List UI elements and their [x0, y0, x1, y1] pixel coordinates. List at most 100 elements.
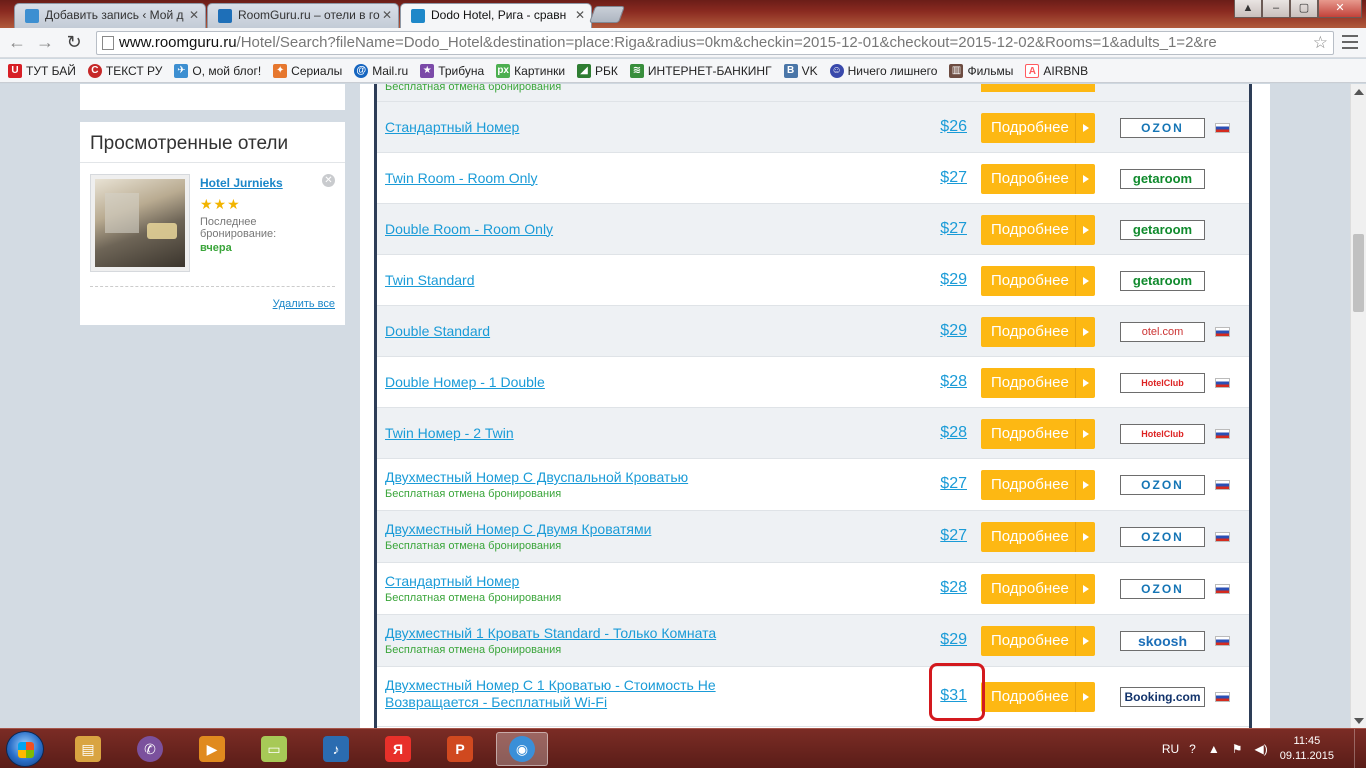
room-name-link[interactable]: Double Room - Room Only [385, 221, 805, 238]
bookmark-mail-ru[interactable]: @ Mail.ru [354, 63, 408, 78]
close-window-button[interactable]: ✕ [1318, 0, 1362, 18]
more-details-button[interactable]: Подробнее [981, 682, 1095, 712]
bookmark-films[interactable]: ▥ Фильмы [949, 63, 1013, 78]
taskbar-app-sticky-notes[interactable]: ▭ [248, 732, 300, 766]
room-name-link[interactable]: Twin Номер - 2 Twin [385, 425, 805, 442]
taskbar-app-media-player[interactable]: ▶ [186, 732, 238, 766]
room-name-link[interactable]: Двухместный 1 Кровать Standard - Только … [385, 625, 805, 642]
taskbar-app-powerpoint[interactable]: P [434, 732, 486, 766]
help-icon[interactable]: ? [1189, 742, 1196, 756]
more-details-button[interactable]: Подробнее [981, 418, 1095, 449]
bookmark-star-icon[interactable]: ☆ [1313, 32, 1328, 54]
more-details-button[interactable]: Подробнее [981, 265, 1095, 296]
hotel-name-link[interactable]: Hotel Jurnieks [200, 176, 283, 190]
more-button[interactable] [981, 84, 1095, 92]
partner-logo[interactable]: OZON [1120, 117, 1205, 138]
bookmark-tribuna[interactable]: ★ Трибуна [420, 63, 484, 78]
price-link[interactable]: $27 [917, 220, 967, 238]
partner-logo[interactable]: Booking.com [1120, 687, 1205, 707]
tab-dodo-hotel[interactable]: Dodo Hotel, Рига - сравн ✕ [400, 3, 592, 29]
price-link[interactable]: $27 [917, 527, 967, 545]
price-link[interactable]: $29 [917, 322, 967, 340]
price-link[interactable]: $26 [917, 118, 967, 136]
scroll-up-arrow-icon[interactable] [1354, 89, 1364, 95]
room-name-link[interactable]: Стандартный Номер [385, 119, 805, 136]
partner-logo[interactable]: OZON [1120, 579, 1205, 599]
bookmark-airbnb[interactable]: A AIRBNB [1025, 63, 1088, 78]
price-link[interactable]: $28 [917, 373, 967, 391]
taskbar-app-viber[interactable]: ✆ [124, 732, 176, 766]
taskbar-app-chrome[interactable]: ◉ [496, 732, 548, 766]
show-hidden-icons-icon[interactable]: ▲ [1208, 742, 1220, 756]
clock[interactable]: 11:45 09.11.2015 [1280, 734, 1334, 764]
room-name-link[interactable]: Двухместный Номер С Двумя Кроватями [385, 521, 805, 538]
partner-logo[interactable]: getaroom [1120, 219, 1205, 240]
partner-logo[interactable]: HotelClub [1120, 372, 1205, 393]
maximize-button[interactable]: ▢ [1290, 0, 1318, 18]
room-name-link[interactable]: Стандартный Номер [385, 573, 805, 590]
partner-logo[interactable]: HotelClub [1120, 423, 1205, 444]
bookmark-vk[interactable]: B VK [783, 63, 818, 78]
reload-icon[interactable]: ↻ [63, 32, 85, 54]
price-link[interactable]: $29 [917, 271, 967, 289]
room-name-link[interactable]: Twin Room - Room Only [385, 170, 805, 187]
more-details-button[interactable]: Подробнее [981, 163, 1095, 194]
bookmark-serials[interactable]: ✦ Сериалы [273, 63, 342, 78]
hotel-thumbnail[interactable] [90, 174, 190, 272]
minimize-button[interactable]: – [1262, 0, 1290, 18]
more-details-button[interactable]: Подробнее [981, 522, 1095, 552]
bookmark-rbk[interactable]: ◢ РБК [577, 63, 618, 78]
more-details-button[interactable]: Подробнее [981, 316, 1095, 347]
price-link[interactable]: $27 [917, 169, 967, 187]
more-details-button[interactable]: Подробнее [981, 112, 1095, 143]
delete-all-link[interactable]: Удалить все [273, 298, 335, 310]
partner-logo[interactable]: otel.com [1120, 321, 1205, 342]
more-details-button[interactable]: Подробнее [981, 574, 1095, 604]
viewed-hotel-card[interactable]: Hotel Jurnieks ★★★ Последнее бронировани… [90, 174, 335, 284]
bookmark-tut-by[interactable]: U ТУТ БАЙ [8, 63, 76, 78]
partner-logo[interactable]: OZON [1120, 475, 1205, 495]
room-name-link[interactable]: Double Номер - 1 Double [385, 374, 805, 391]
bookmark-nothing-extra[interactable]: ☺ Ничего лишнего [829, 63, 937, 78]
taskbar-app-file-explorer[interactable]: ▤ [62, 732, 114, 766]
remove-hotel-icon[interactable]: ✕ [322, 174, 335, 187]
bookmark-my-blog[interactable]: ✈ О, мой блог! [174, 63, 261, 78]
price-link[interactable]: $27 [917, 475, 967, 493]
close-icon[interactable]: ✕ [575, 4, 585, 26]
partner-logo[interactable]: getaroom [1120, 168, 1205, 189]
partner-logo[interactable]: OZON [1120, 527, 1205, 547]
more-details-button[interactable]: Подробнее [981, 626, 1095, 656]
action-center-flag-icon[interactable]: ⚑ [1232, 742, 1243, 756]
price-link[interactable]: $29 [917, 631, 967, 649]
more-details-button[interactable]: Подробнее [981, 214, 1095, 245]
bookmark-text-ru[interactable]: C ТЕКСТ РУ [87, 63, 162, 78]
tab-add-post[interactable]: Добавить запись ‹ Мой д ✕ [14, 3, 206, 28]
more-details-button[interactable]: Подробнее [981, 367, 1095, 398]
room-name-link[interactable]: Double Standard [385, 323, 805, 340]
language-indicator[interactable]: RU [1162, 742, 1179, 756]
room-name-link[interactable]: Двухместный Номер С 1 Кроватью - Стоимос… [385, 677, 765, 711]
close-icon[interactable]: ✕ [189, 4, 199, 26]
room-name-link[interactable]: Двухместный Номер С Двуспальной Кроватью [385, 469, 805, 486]
page-scrollbar[interactable] [1350, 84, 1366, 728]
scroll-down-arrow-icon[interactable] [1354, 718, 1364, 724]
scroll-thumb[interactable] [1353, 234, 1364, 312]
new-tab-button[interactable] [588, 6, 626, 23]
partner-logo[interactable]: getaroom [1120, 270, 1205, 291]
taskbar-app-yandex-browser[interactable]: Я [372, 732, 424, 766]
bookmark-pictures[interactable]: px Картинки [496, 63, 565, 78]
user-icon[interactable]: ▲ [1234, 0, 1262, 18]
bookmark-internet-banking[interactable]: ≋ ИНТЕРНЕТ-БАНКИНГ [629, 63, 772, 78]
price-link[interactable]: $28 [917, 424, 967, 442]
back-arrow-icon[interactable]: ← [6, 32, 28, 54]
close-icon[interactable]: ✕ [382, 4, 392, 26]
room-name-link[interactable]: Twin Standard [385, 272, 805, 289]
price-link[interactable]: $28 [917, 579, 967, 597]
chrome-menu-icon[interactable] [1342, 35, 1358, 49]
tab-roomguru[interactable]: RoomGuru.ru – отели в го ✕ [207, 3, 399, 28]
speaker-icon[interactable]: ◀) [1255, 742, 1268, 756]
forward-arrow-icon[interactable]: → [34, 32, 56, 54]
show-desktop-button[interactable] [1354, 729, 1366, 768]
address-bar[interactable]: www.roomguru.ru/Hotel/Search?fileName=Do… [96, 31, 1334, 55]
partner-logo[interactable]: skoosh [1120, 631, 1205, 651]
